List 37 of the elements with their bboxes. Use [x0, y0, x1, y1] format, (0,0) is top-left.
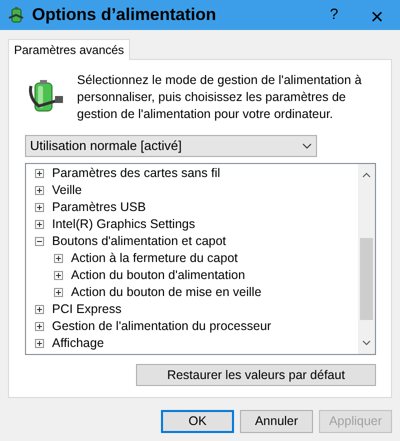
plan-dropdown[interactable]: Utilisation normale [activé] [25, 135, 317, 157]
expand-icon[interactable] [54, 254, 63, 263]
help-button[interactable]: ? [314, 0, 354, 30]
tree-item[interactable]: Action du bouton d'alimentation [71, 267, 246, 284]
expand-icon[interactable] [35, 169, 44, 178]
scroll-down-icon[interactable] [362, 340, 371, 346]
collapse-icon[interactable] [35, 237, 44, 246]
expand-icon[interactable] [35, 305, 44, 314]
expand-icon[interactable] [35, 322, 44, 331]
tree-item[interactable]: PCI Express [52, 301, 122, 318]
restore-defaults-button[interactable]: Restaurer les valeurs par défaut [136, 364, 376, 386]
dialog-button[interactable]: Annuler [240, 410, 313, 433]
expand-icon[interactable] [35, 203, 44, 212]
scroll-up-icon[interactable] [362, 172, 371, 178]
tree-item[interactable]: Paramètres des cartes sans fil [52, 165, 220, 182]
scrollbar-thumb[interactable] [360, 238, 373, 320]
close-button[interactable]: × [354, 0, 400, 30]
expand-icon[interactable] [35, 220, 44, 229]
chevron-down-icon [302, 143, 312, 149]
expand-icon[interactable] [54, 288, 63, 297]
tree-item[interactable]: Boutons d'alimentation et capot [52, 233, 226, 250]
expand-icon[interactable] [35, 186, 44, 195]
tree-item[interactable]: Intel(R) Graphics Settings [52, 216, 196, 233]
dialog-button[interactable]: OK [161, 410, 234, 433]
expand-icon[interactable] [35, 339, 44, 348]
battery-plug-icon [8, 6, 26, 24]
scrollbar[interactable] [358, 164, 375, 354]
tree-item[interactable]: Veille [52, 182, 82, 199]
expand-icon[interactable] [54, 271, 63, 280]
tree-item[interactable]: Action du bouton de mise en veille [71, 284, 262, 301]
tab[interactable]: Paramètres avancés [8, 39, 130, 60]
description-text: Sélectionnez le mode de gestion de l'alimentation à personnaliser, puis choisissez les paramètres de gestion de l'alimentation pour votre ordinateur. [77, 72, 363, 123]
tree-item[interactable]: Action à la fermeture du capot [71, 250, 238, 267]
tree-item[interactable]: Gestion de l'alimentation du processeur [52, 318, 272, 335]
tree-item[interactable]: Paramètres USB [52, 199, 146, 216]
window-title: Options d’alimentation [32, 4, 216, 26]
tree-item[interactable]: Affichage [52, 335, 104, 352]
